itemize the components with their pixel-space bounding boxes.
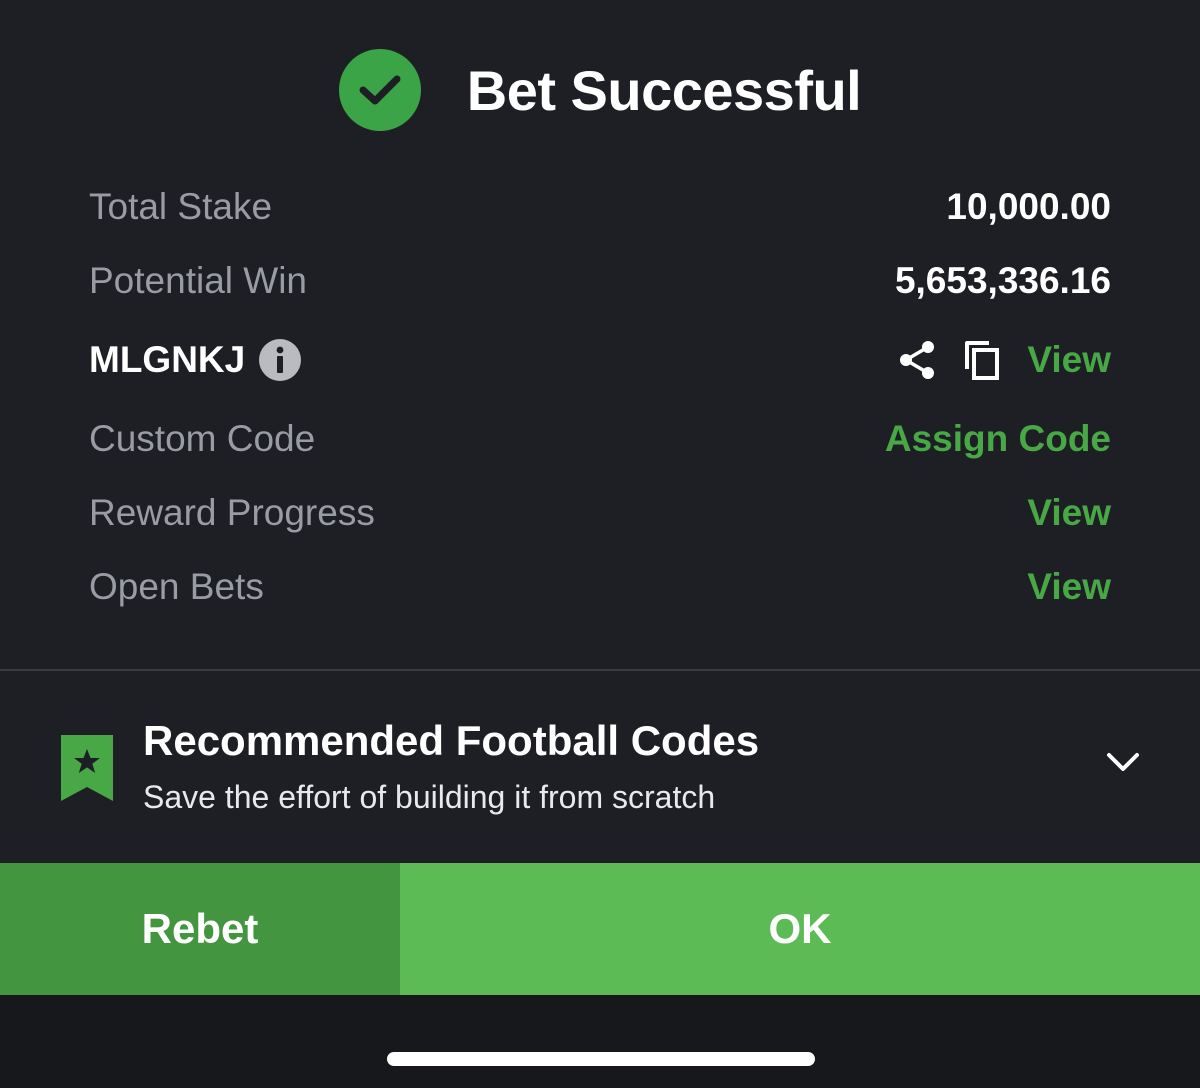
custom-code-label: Custom Code <box>89 418 316 459</box>
home-indicator[interactable] <box>387 1052 815 1066</box>
reward-progress-row: Reward Progress View <box>89 476 1111 550</box>
action-buttons: Rebet OK <box>0 863 1200 995</box>
open-bets-view-link[interactable]: View <box>1027 566 1111 608</box>
custom-code-row: Custom Code Assign Code <box>89 402 1111 476</box>
total-stake-value: 10,000.00 <box>946 186 1111 227</box>
booking-code-text: MLGNKJ <box>89 339 246 380</box>
rebet-button[interactable]: Rebet <box>0 863 400 995</box>
ok-button[interactable]: OK <box>400 863 1200 995</box>
reward-progress-view-link[interactable]: View <box>1027 492 1111 534</box>
booking-code-actions: View <box>897 339 1111 381</box>
chevron-down-icon[interactable] <box>1104 749 1142 780</box>
bookmark-star-icon <box>61 735 113 806</box>
page-title: Bet Successful <box>466 58 862 122</box>
bet-success-screen: Bet Successful Total Stake 10,000.00 Pot… <box>0 0 1200 1088</box>
total-stake-row: Total Stake 10,000.00 <box>89 170 1111 244</box>
potential-win-label: Potential Win <box>89 260 307 301</box>
share-icon[interactable] <box>897 339 937 381</box>
open-bets-row: Open Bets View <box>89 550 1111 624</box>
bottom-safe-area <box>0 995 1200 1088</box>
booking-code-row: MLGNKJ View <box>89 318 1111 402</box>
info-icon[interactable] <box>259 339 302 381</box>
potential-win-row: Potential Win 5,653,336.16 <box>89 244 1111 318</box>
recommended-title: Recommended Football Codes <box>143 717 760 764</box>
booking-view-link[interactable]: View <box>1027 339 1111 381</box>
potential-win-value: 5,653,336.16 <box>894 260 1111 301</box>
bet-summary: Total Stake 10,000.00 Potential Win 5,65… <box>89 170 1111 624</box>
total-stake-label: Total Stake <box>89 186 273 227</box>
reward-progress-label: Reward Progress <box>89 492 375 533</box>
check-circle-icon <box>338 49 421 131</box>
header: Bet Successful <box>0 40 1200 140</box>
recommended-subtitle: Save the effort of building it from scra… <box>143 779 716 815</box>
assign-code-link[interactable]: Assign Code <box>885 418 1111 460</box>
open-bets-label: Open Bets <box>89 566 264 607</box>
recommended-codes-section[interactable]: Recommended Football Codes Save the effo… <box>0 671 1200 861</box>
booking-code: MLGNKJ <box>89 339 302 381</box>
copy-icon[interactable] <box>963 339 1001 381</box>
